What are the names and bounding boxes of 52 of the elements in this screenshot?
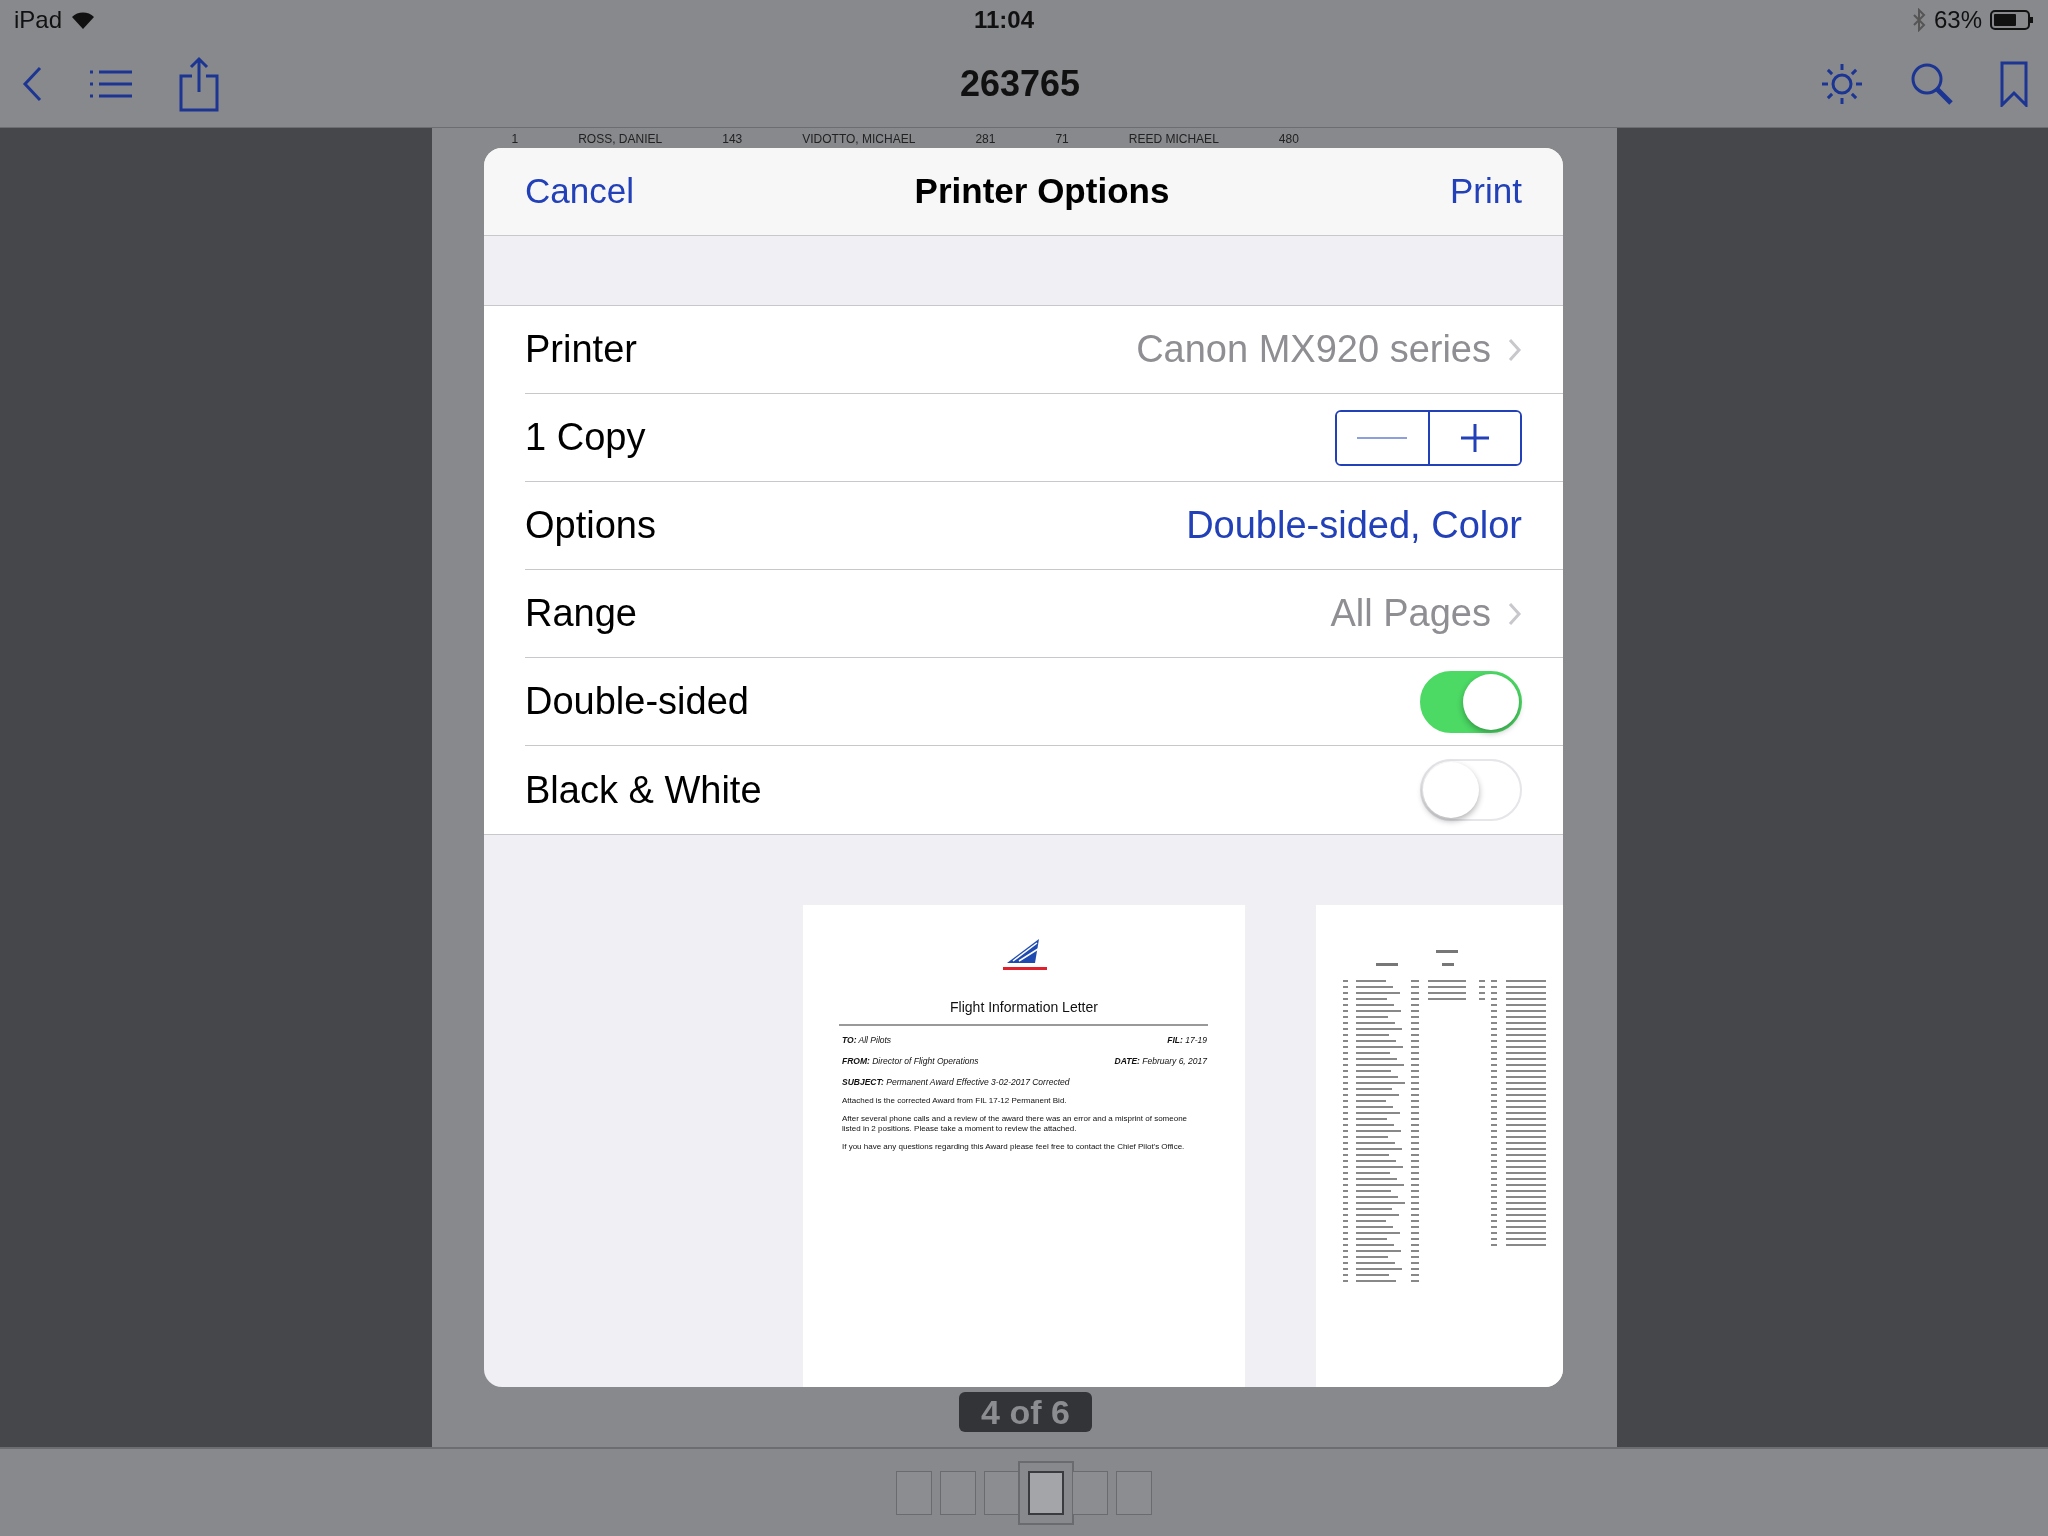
- letter-title: Flight Information Letter: [949, 998, 1099, 1017]
- page-indicator: 4 of 6: [959, 1392, 1092, 1432]
- document-text: 480: [1278, 131, 1299, 148]
- page-thumbnail[interactable]: [1116, 1470, 1152, 1515]
- document-text: 71: [1055, 131, 1069, 148]
- letter-field: SUBJECT: Permanent Award Effective 3-02-2017 Corrected: [842, 1075, 1070, 1089]
- bookmark-icon[interactable]: [2000, 60, 2028, 107]
- option-label: Double-sided: [525, 679, 749, 724]
- option-label: Range: [525, 591, 637, 636]
- copies-stepper[interactable]: [1335, 409, 1522, 466]
- page-thumbnail[interactable]: [896, 1470, 932, 1515]
- letter-field: FROM: Director of Flight Operations: [842, 1054, 979, 1068]
- brightness-icon[interactable]: [1820, 61, 1864, 106]
- status-time: 11:04: [973, 5, 1035, 35]
- device-name: iPad: [14, 5, 63, 35]
- letter-paragraph: If you have any questions regarding this Award please feel free to contact the Chief Pilot's Office.: [842, 1142, 1186, 1153]
- bluetooth-icon: [1911, 8, 1926, 32]
- letter-paragraph: After several phone calls and a review of the award there was an error and a misprint of someone listed in 2 positions. Please take a moment to review the attached.: [842, 1114, 1189, 1135]
- letter-field: FIL: 17-19: [1167, 1034, 1207, 1047]
- share-icon[interactable]: [178, 55, 220, 112]
- letter-field: DATE: February 6, 2017: [1114, 1054, 1207, 1068]
- cancel-button[interactable]: Cancel: [525, 165, 634, 218]
- dialog-title: Printer Options: [914, 170, 1170, 213]
- page-thumbnail[interactable]: [1072, 1470, 1108, 1515]
- chevron-icon[interactable]: [1507, 600, 1522, 627]
- search-icon[interactable]: [1910, 61, 1954, 106]
- document-text: ROSS, DANIEL: [578, 131, 663, 148]
- page-thumbnail[interactable]: [940, 1470, 976, 1515]
- option-value[interactable]: Double-sided, Color: [1186, 497, 1522, 554]
- print-button[interactable]: Print: [1450, 165, 1522, 218]
- page-preview[interactable]: [803, 905, 1245, 1387]
- battery-percentage: 63%: [1933, 5, 1982, 35]
- plus-icon: [1458, 421, 1491, 454]
- option-label: 1 Copy: [525, 415, 646, 460]
- document-title: 263765: [959, 61, 1081, 106]
- document-text: 1: [511, 131, 519, 148]
- increment-button[interactable]: [1427, 411, 1520, 464]
- document-text: 281: [975, 131, 996, 148]
- wifi-icon: [70, 10, 97, 30]
- document-text: REED MICHAEL: [1128, 131, 1219, 148]
- toggle-switch[interactable]: [1420, 670, 1522, 733]
- option-label: Options: [525, 503, 656, 548]
- page-thumbnail[interactable]: [984, 1470, 1020, 1515]
- document-text: VIDOTTO, MICHAEL: [802, 131, 916, 148]
- document-text: 143: [722, 131, 743, 148]
- letter-paragraph: Attached is the corrected Award from FIL 17-12 Permanent Bid.: [842, 1096, 1068, 1107]
- chevron-icon[interactable]: [1507, 336, 1522, 363]
- battery-icon: [1990, 9, 2034, 31]
- option-label: Black & White: [525, 767, 762, 813]
- letter-field: TO: All Pilots: [842, 1034, 892, 1047]
- list-icon[interactable]: [88, 68, 134, 99]
- option-label: Printer: [525, 327, 637, 372]
